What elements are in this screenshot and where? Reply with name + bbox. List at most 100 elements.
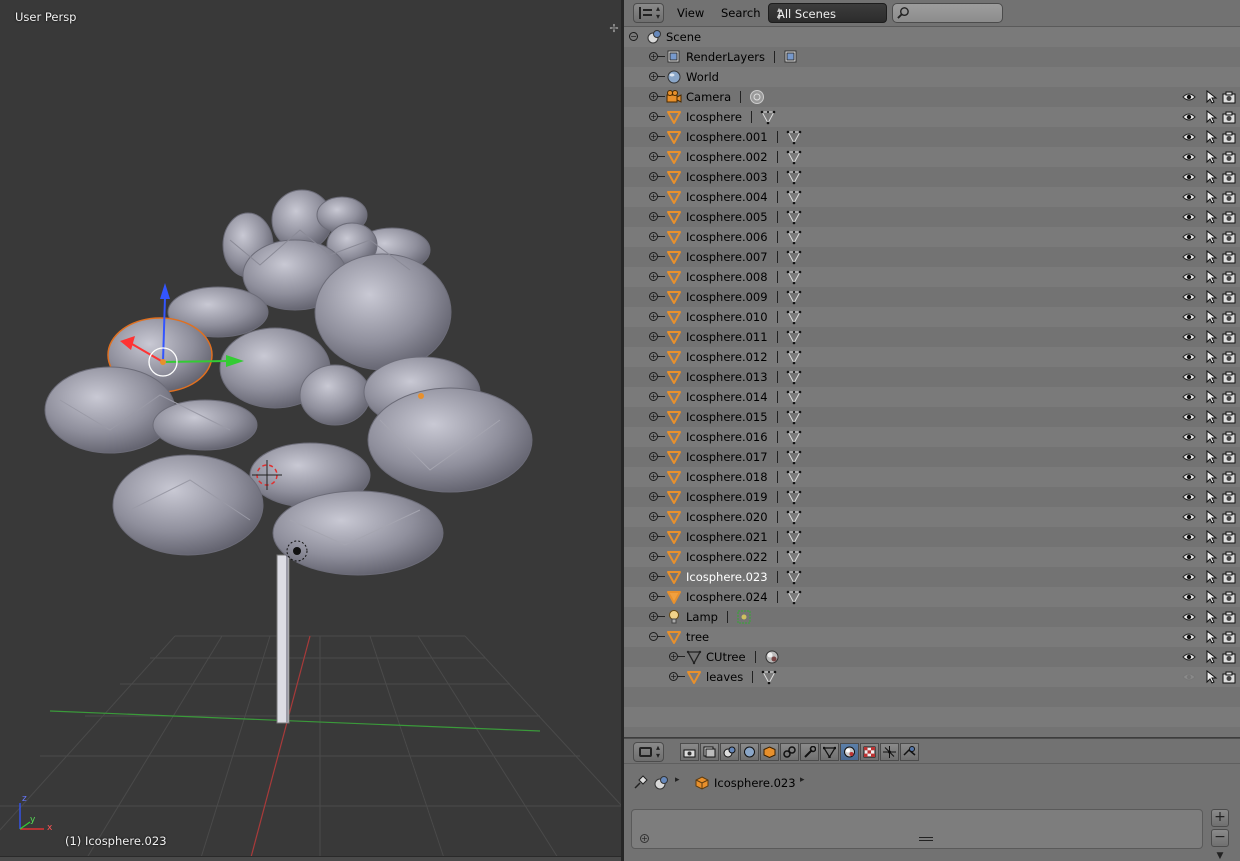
outliner-item-label[interactable]: Icosphere.008 [686,270,768,284]
mesh-data-icon[interactable] [786,429,802,445]
pin-icon[interactable] [633,775,648,790]
mesh-icon[interactable] [666,169,682,185]
mesh-icon[interactable] [666,429,682,445]
expand-icon[interactable]: + [649,432,658,441]
mesh-data-icon[interactable] [786,329,802,345]
outliner-row-scene[interactable]: − Scene [624,27,1240,47]
visibility-eye-icon[interactable] [1182,270,1196,284]
mesh-icon[interactable] [666,249,682,265]
outliner-row-icosphere-011[interactable]: + Icosphere.011 [624,327,1240,347]
outliner-item-label[interactable]: Icosphere.021 [686,530,768,544]
outliner-row-renderlayers[interactable]: + RenderLayers [624,47,1240,67]
outliner-item-label[interactable]: Icosphere.024 [686,590,768,604]
outliner-row-leaves[interactable]: + leaves [624,667,1240,687]
mesh-data-icon[interactable] [786,129,802,145]
renderability-camera-icon[interactable] [1222,650,1236,664]
outliner-row-icosphere-022[interactable]: + Icosphere.022 [624,547,1240,567]
mesh-icon[interactable] [666,189,682,205]
mesh-icon[interactable] [666,349,682,365]
outliner-item-label[interactable]: Icosphere.018 [686,470,768,484]
tab-scene-icon[interactable] [720,743,739,761]
editor-type-button[interactable]: ▴ ▾ [633,742,664,762]
expand-icon[interactable]: + [649,512,658,521]
expand-icon[interactable]: + [669,652,678,661]
outliner-item-label[interactable]: Icosphere.004 [686,190,768,204]
visibility-eye-icon[interactable] [1182,410,1196,424]
selectability-cursor-icon[interactable] [1204,429,1218,444]
outliner-row-icosphere-014[interactable]: + Icosphere.014 [624,387,1240,407]
outliner-item-label[interactable]: leaves [706,670,743,684]
visibility-eye-icon[interactable] [1182,650,1196,664]
curve-icon[interactable] [686,649,702,665]
mesh-icon[interactable] [666,509,682,525]
mesh-data-icon[interactable] [786,229,802,245]
outliner-item-label[interactable]: Icosphere.017 [686,450,768,464]
expand-icon[interactable]: + [649,92,658,101]
renderability-camera-icon[interactable] [1222,610,1236,624]
outliner-row-icosphere-001[interactable]: + Icosphere.001 [624,127,1240,147]
renderability-camera-icon[interactable] [1222,390,1236,404]
renderability-camera-icon[interactable] [1222,450,1236,464]
selectability-cursor-icon[interactable] [1204,249,1218,264]
add-slot-button[interactable]: + [1211,809,1229,827]
renderability-camera-icon[interactable] [1222,570,1236,584]
tab-constraints-icon[interactable] [780,743,799,761]
renderability-camera-icon[interactable] [1222,230,1236,244]
selectability-cursor-icon[interactable] [1204,89,1218,104]
renderability-camera-icon[interactable] [1222,130,1236,144]
mesh-icon[interactable] [666,109,682,125]
renderability-camera-icon[interactable] [1222,290,1236,304]
mesh-icon[interactable] [666,149,682,165]
selectability-cursor-icon[interactable] [1204,229,1218,244]
mesh-data-icon[interactable] [786,449,802,465]
selectability-cursor-icon[interactable] [1204,609,1218,624]
mesh-icon[interactable] [666,229,682,245]
renderability-camera-icon[interactable] [1222,210,1236,224]
outliner-row-world[interactable]: + World [624,67,1240,87]
outliner-row-icosphere-002[interactable]: + Icosphere.002 [624,147,1240,167]
selectability-cursor-icon[interactable] [1204,109,1218,124]
outliner-item-label[interactable]: Icosphere.013 [686,370,768,384]
selectability-cursor-icon[interactable] [1204,309,1218,324]
expand-icon[interactable]: + [649,112,658,121]
outliner-item-label[interactable]: Icosphere.014 [686,390,768,404]
tab-modifiers-icon[interactable] [800,743,819,761]
expand-icon[interactable]: + [640,834,649,843]
search-input[interactable] [892,3,1003,23]
visibility-eye-icon[interactable] [1182,230,1196,244]
mesh-icon[interactable] [666,449,682,465]
mesh-data-icon[interactable] [786,289,802,305]
outliner-item-label[interactable]: Icosphere.002 [686,150,768,164]
resize-grip-icon[interactable] [919,837,933,841]
outliner-item-label[interactable]: Icosphere.016 [686,430,768,444]
outliner-row-icosphere-021[interactable]: + Icosphere.021 [624,527,1240,547]
mesh-data-icon[interactable] [786,509,802,525]
outliner-item-label[interactable]: Icosphere.009 [686,290,768,304]
renderability-camera-icon[interactable] [1222,350,1236,364]
expand-icon[interactable]: + [649,392,658,401]
mesh-data-icon[interactable] [786,369,802,385]
mesh-icon[interactable] [666,129,682,145]
visibility-eye-icon[interactable] [1182,370,1196,384]
renderability-camera-icon[interactable] [1222,670,1236,684]
outliner-row-icosphere-018[interactable]: + Icosphere.018 [624,467,1240,487]
selectability-cursor-icon[interactable] [1204,669,1218,684]
expand-icon[interactable]: + [649,52,658,61]
outliner-row-icosphere-003[interactable]: + Icosphere.003 [624,167,1240,187]
outliner-row-tree[interactable]: − tree [624,627,1240,647]
outliner-row-icosphere-008[interactable]: + Icosphere.008 [624,267,1240,287]
visibility-eye-icon[interactable] [1182,350,1196,364]
selectability-cursor-icon[interactable] [1204,469,1218,484]
mesh-data-icon[interactable] [786,269,802,285]
mesh-icon[interactable] [666,629,682,645]
outliner-item-label[interactable]: tree [686,630,709,644]
editor-type-button[interactable]: ▴ ▾ [633,3,664,23]
renderability-camera-icon[interactable] [1222,630,1236,644]
outliner-item-label[interactable]: Scene [666,30,701,44]
visibility-eye-icon[interactable] [1182,90,1196,104]
outliner-row-icosphere-010[interactable]: + Icosphere.010 [624,307,1240,327]
material-icon[interactable] [764,649,780,665]
selectability-cursor-icon[interactable] [1204,129,1218,144]
mesh-data-icon[interactable] [786,409,802,425]
selectability-cursor-icon[interactable] [1204,269,1218,284]
